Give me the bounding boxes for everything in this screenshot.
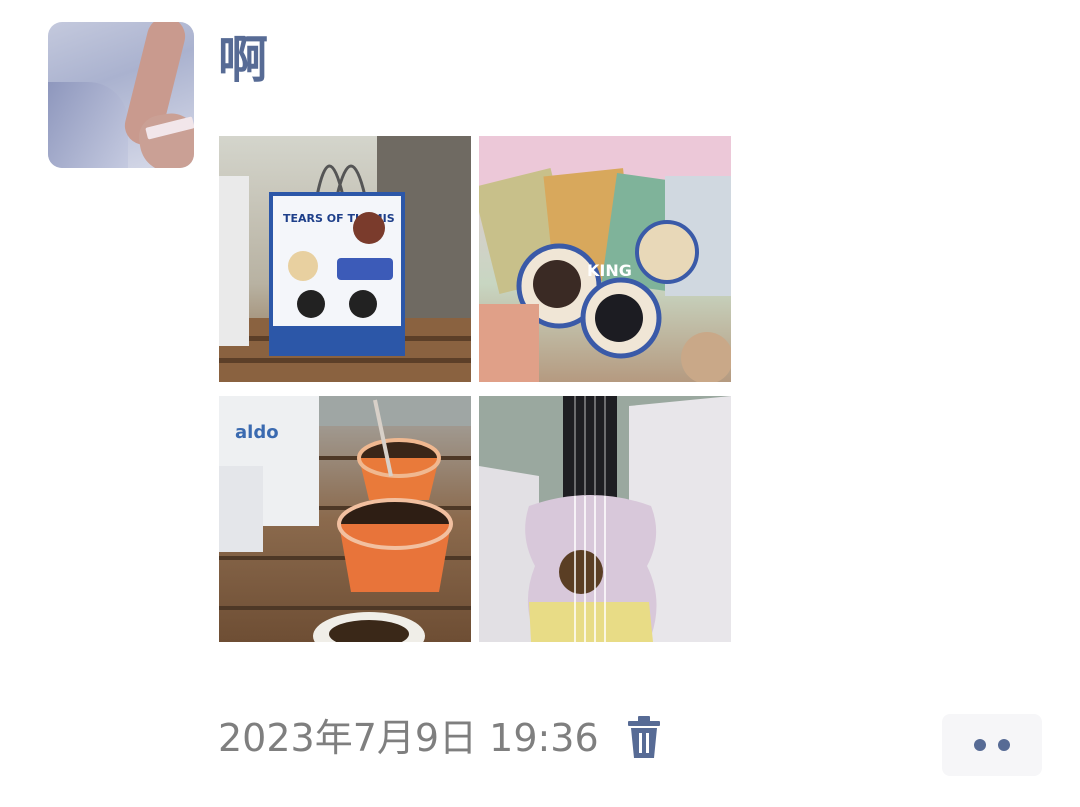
avatar[interactable] [48, 22, 194, 168]
username[interactable]: 啊 [218, 28, 268, 92]
photo-grid: TEARS OF THEMIS KING aldo [219, 136, 731, 642]
photo-themis-bag[interactable]: TEARS OF THEMIS [219, 136, 471, 382]
avatar-sleeve [48, 82, 128, 168]
photo-ukulele-art [479, 396, 731, 642]
photo-drink-cups[interactable]: aldo [219, 396, 471, 642]
more-dots-icon [974, 739, 986, 751]
photo-cards-art: KING [479, 136, 731, 382]
photo-themis-bag-art: TEARS OF THEMIS [219, 136, 471, 382]
photo-ukulele[interactable] [479, 396, 731, 642]
photo-cards[interactable]: KING [479, 136, 731, 382]
more-dots-icon [998, 739, 1010, 751]
photo-drink-cups-art: aldo [219, 396, 471, 642]
post-timestamp: 2023年7月9日 19:36 [218, 716, 599, 760]
cup-brand-text: aldo [235, 422, 279, 443]
card-text: KING [587, 261, 632, 280]
more-button[interactable] [942, 714, 1042, 776]
trash-icon[interactable] [626, 716, 662, 760]
